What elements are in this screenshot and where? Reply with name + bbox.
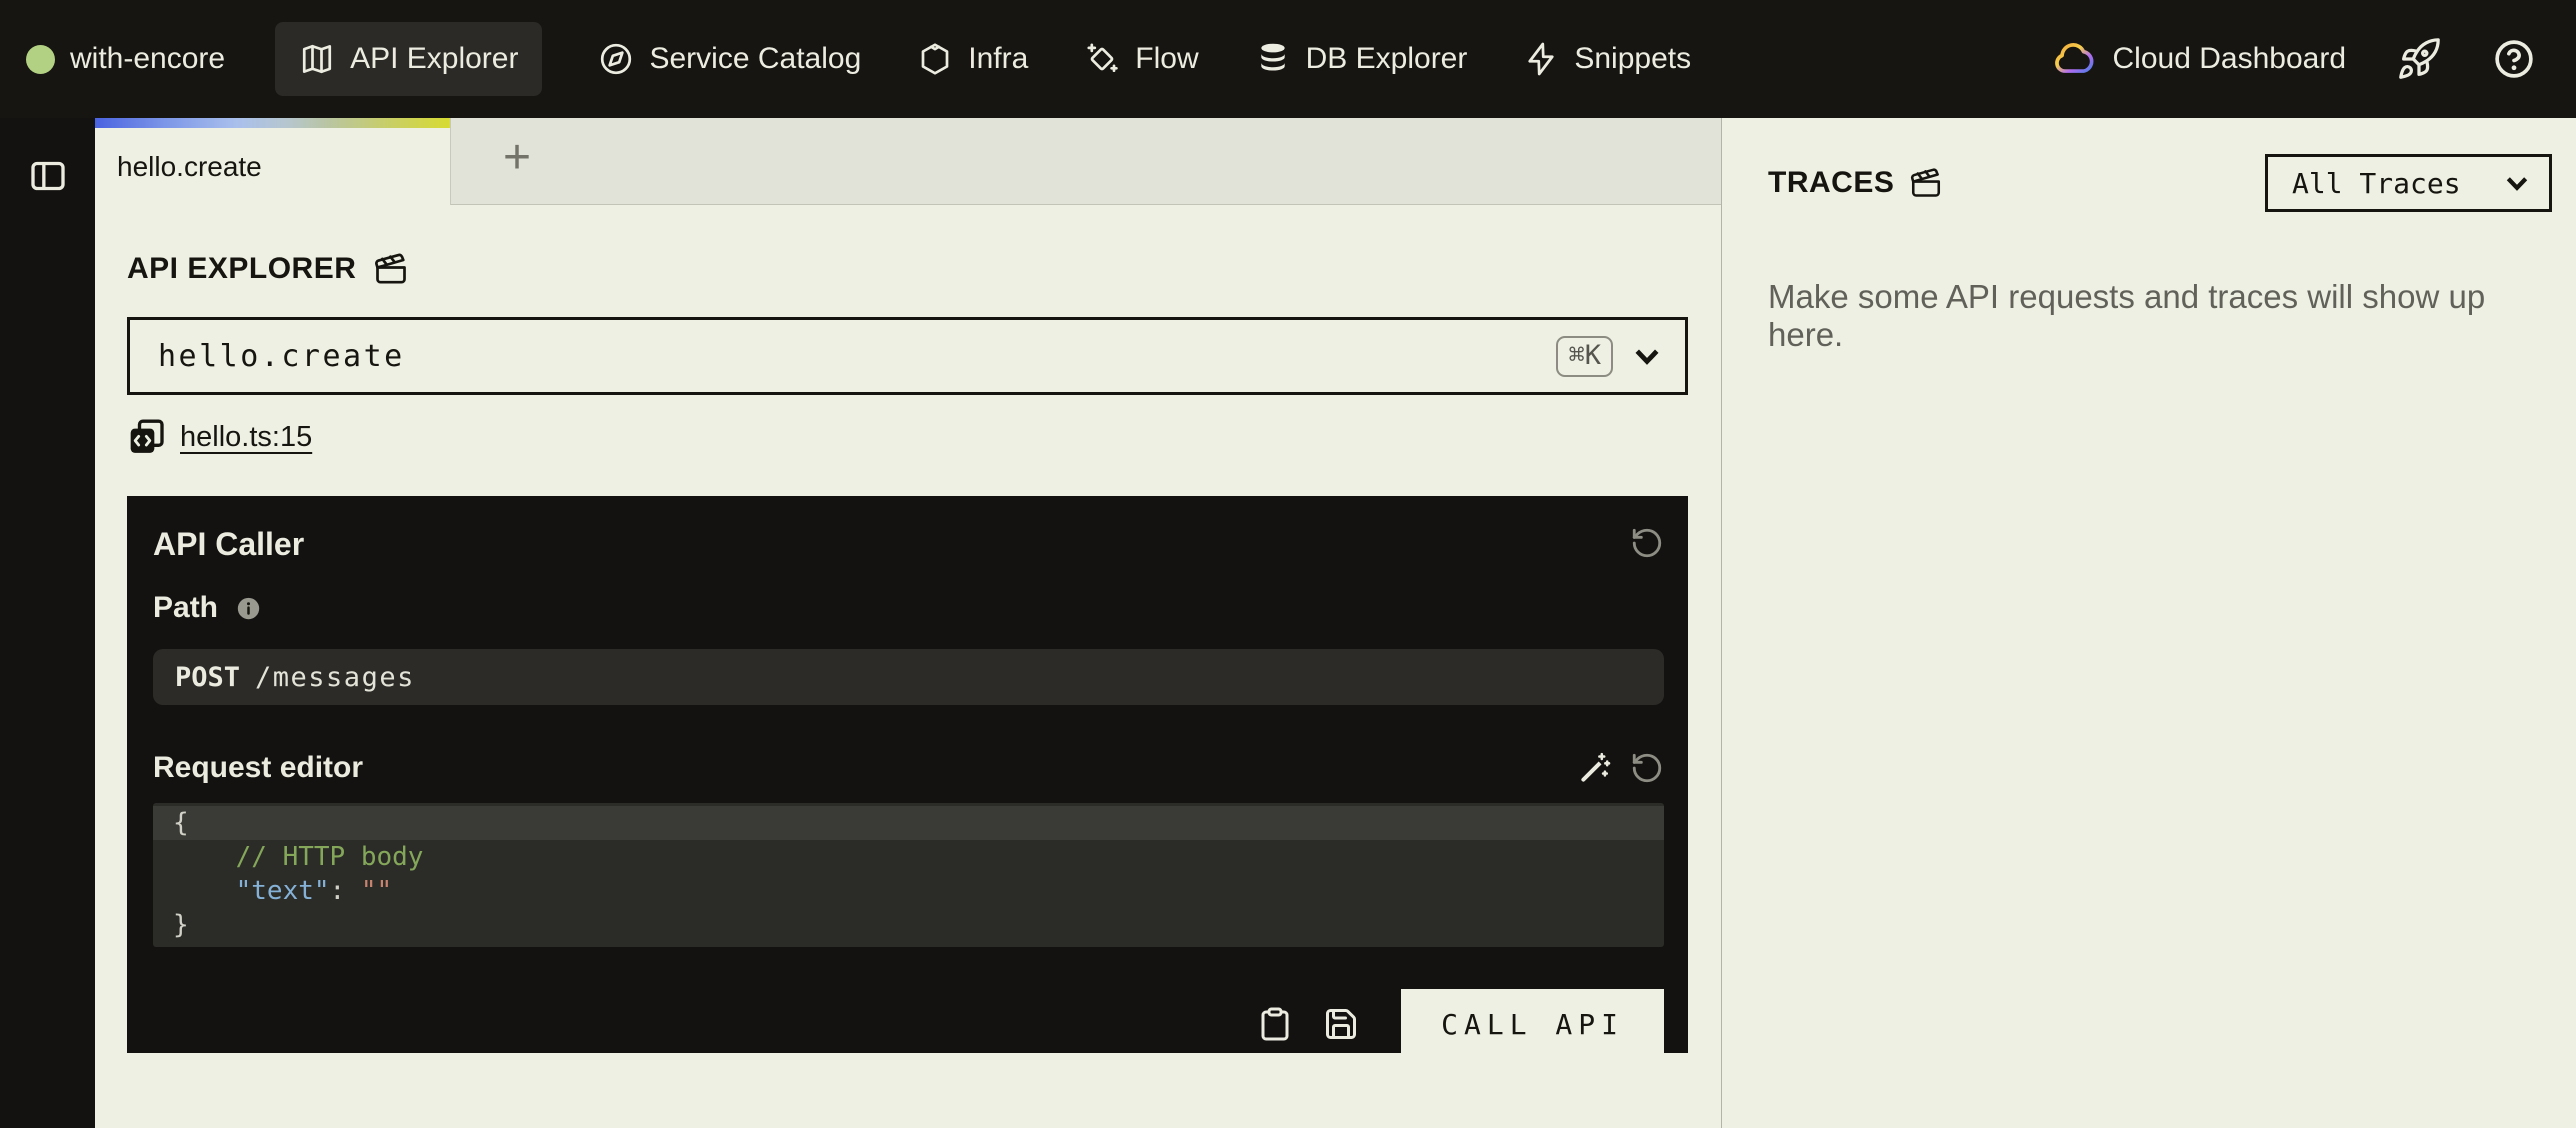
endpoint-select-right: ⌘K	[1556, 336, 1665, 377]
help-button[interactable]	[2492, 37, 2536, 81]
app-name: with-encore	[70, 42, 225, 76]
source-link-label: hello.ts:15	[180, 421, 312, 454]
help-icon	[2492, 37, 2536, 81]
traces-panel: TRACES All Traces Make some API requests…	[1721, 118, 2576, 1128]
clipboard-icon	[1257, 1006, 1293, 1042]
nav-item-db-explorer[interactable]: DB Explorer	[1255, 41, 1468, 77]
request-editor-actions	[1578, 751, 1664, 785]
main-nav: API Explorer Service Catalog Infra Flow …	[275, 22, 2051, 96]
tab-strip: +	[451, 118, 1721, 205]
lightning-icon	[1523, 41, 1559, 77]
trace-filter-select[interactable]: All Traces	[2265, 154, 2552, 212]
compass-icon	[598, 41, 634, 77]
cube-icon	[917, 41, 953, 77]
trace-filter-value: All Traces	[2292, 167, 2461, 200]
api-caller-panel: API Caller Path POST /messages	[127, 496, 1688, 1053]
explorer-content: API EXPLORER hello.create ⌘K hell	[95, 205, 1721, 1053]
call-api-button[interactable]: CALL API	[1401, 989, 1664, 1059]
nav-item-snippets[interactable]: Snippets	[1523, 41, 1691, 77]
nav-item-service-catalog[interactable]: Service Catalog	[598, 41, 861, 77]
nav-item-label: Infra	[968, 42, 1028, 76]
source-link[interactable]: hello.ts:15	[127, 417, 312, 457]
code-file-icon	[127, 417, 167, 457]
endpoint-name: hello.create	[158, 339, 405, 374]
http-path: /messages	[255, 662, 415, 693]
chevron-down-icon	[1629, 338, 1665, 374]
rocket-icon	[2396, 36, 2442, 82]
traces-empty-message: Make some API requests and traces will s…	[1768, 278, 2552, 354]
app-status-dot	[26, 45, 55, 74]
nav-item-label: DB Explorer	[1306, 42, 1468, 76]
tab-bar: hello.create +	[95, 118, 1721, 205]
traces-header: TRACES All Traces	[1768, 154, 2552, 212]
save-request-button[interactable]	[1323, 1006, 1359, 1042]
endpoint-select[interactable]: hello.create ⌘K	[127, 317, 1688, 395]
nav-item-label: Service Catalog	[649, 42, 861, 76]
nav-item-label: API Explorer	[350, 42, 518, 76]
reset-request-button[interactable]	[1630, 751, 1664, 785]
nav-right: Cloud Dashboard	[2052, 36, 2536, 82]
nav-item-label: Flow	[1135, 42, 1198, 76]
explorer-heading-row: API EXPLORER	[127, 251, 1688, 287]
code-line: {	[153, 806, 1664, 840]
cloud-icon	[2052, 37, 2096, 81]
request-editor-title: Request editor	[153, 751, 363, 785]
tab-hello-create[interactable]: hello.create	[95, 118, 451, 205]
traces-title: TRACES	[1768, 166, 1894, 200]
api-caller-footer: CALL API	[153, 989, 1664, 1059]
sidebar-toggle-icon	[28, 156, 68, 196]
page-title: API EXPLORER	[127, 252, 356, 286]
endpoint-path-bar: POST /messages	[153, 649, 1664, 705]
request-editor-header: Request editor	[153, 751, 1664, 785]
diamond-sparkle-icon	[1084, 41, 1120, 77]
main-panel: hello.create + API EXPLORER hello.create…	[95, 118, 1721, 1128]
clapperboard-icon	[1909, 166, 1943, 200]
path-label: Path	[153, 591, 218, 625]
save-icon	[1323, 1006, 1359, 1042]
path-label-row: Path	[153, 591, 1664, 625]
copy-request-button[interactable]	[1257, 1006, 1293, 1042]
undo-icon	[1630, 751, 1664, 785]
clapperboard-icon	[373, 251, 409, 287]
http-method: POST	[175, 662, 240, 693]
nav-item-label: Snippets	[1574, 42, 1691, 76]
sidebar-toggle-button[interactable]	[28, 156, 68, 196]
wand-sparkles-icon	[1578, 751, 1612, 785]
map-icon	[299, 41, 335, 77]
cloud-dashboard-link[interactable]: Cloud Dashboard	[2052, 37, 2346, 81]
api-caller-header: API Caller	[153, 526, 1664, 563]
cloud-dashboard-label: Cloud Dashboard	[2113, 42, 2346, 76]
app-identity[interactable]: with-encore	[26, 42, 225, 76]
reset-path-button[interactable]	[1630, 526, 1664, 560]
page-body: hello.create + API EXPLORER hello.create…	[0, 118, 2576, 1128]
code-line: }	[153, 908, 1664, 942]
api-caller-title: API Caller	[153, 526, 304, 563]
request-editor[interactable]: { // HTTP body "text": "" }	[153, 803, 1664, 947]
database-icon	[1255, 41, 1291, 77]
code-line: "text": ""	[153, 874, 1664, 908]
new-tab-button[interactable]: +	[493, 134, 541, 188]
undo-icon	[1630, 526, 1664, 560]
left-rail	[0, 118, 95, 1128]
top-nav: with-encore API Explorer Service Catalog…	[0, 0, 2576, 118]
generate-payload-button[interactable]	[1578, 751, 1612, 785]
chevron-down-icon	[2501, 167, 2533, 199]
code-line: // HTTP body	[153, 840, 1664, 874]
shortcut-badge: ⌘K	[1556, 336, 1613, 377]
nav-item-infra[interactable]: Infra	[917, 41, 1028, 77]
info-icon[interactable]	[235, 595, 262, 622]
tab-label: hello.create	[117, 151, 262, 183]
rocket-button[interactable]	[2396, 36, 2442, 82]
traces-title-row: TRACES	[1768, 166, 1943, 200]
nav-item-api-explorer[interactable]: API Explorer	[275, 22, 542, 96]
nav-item-flow[interactable]: Flow	[1084, 41, 1198, 77]
